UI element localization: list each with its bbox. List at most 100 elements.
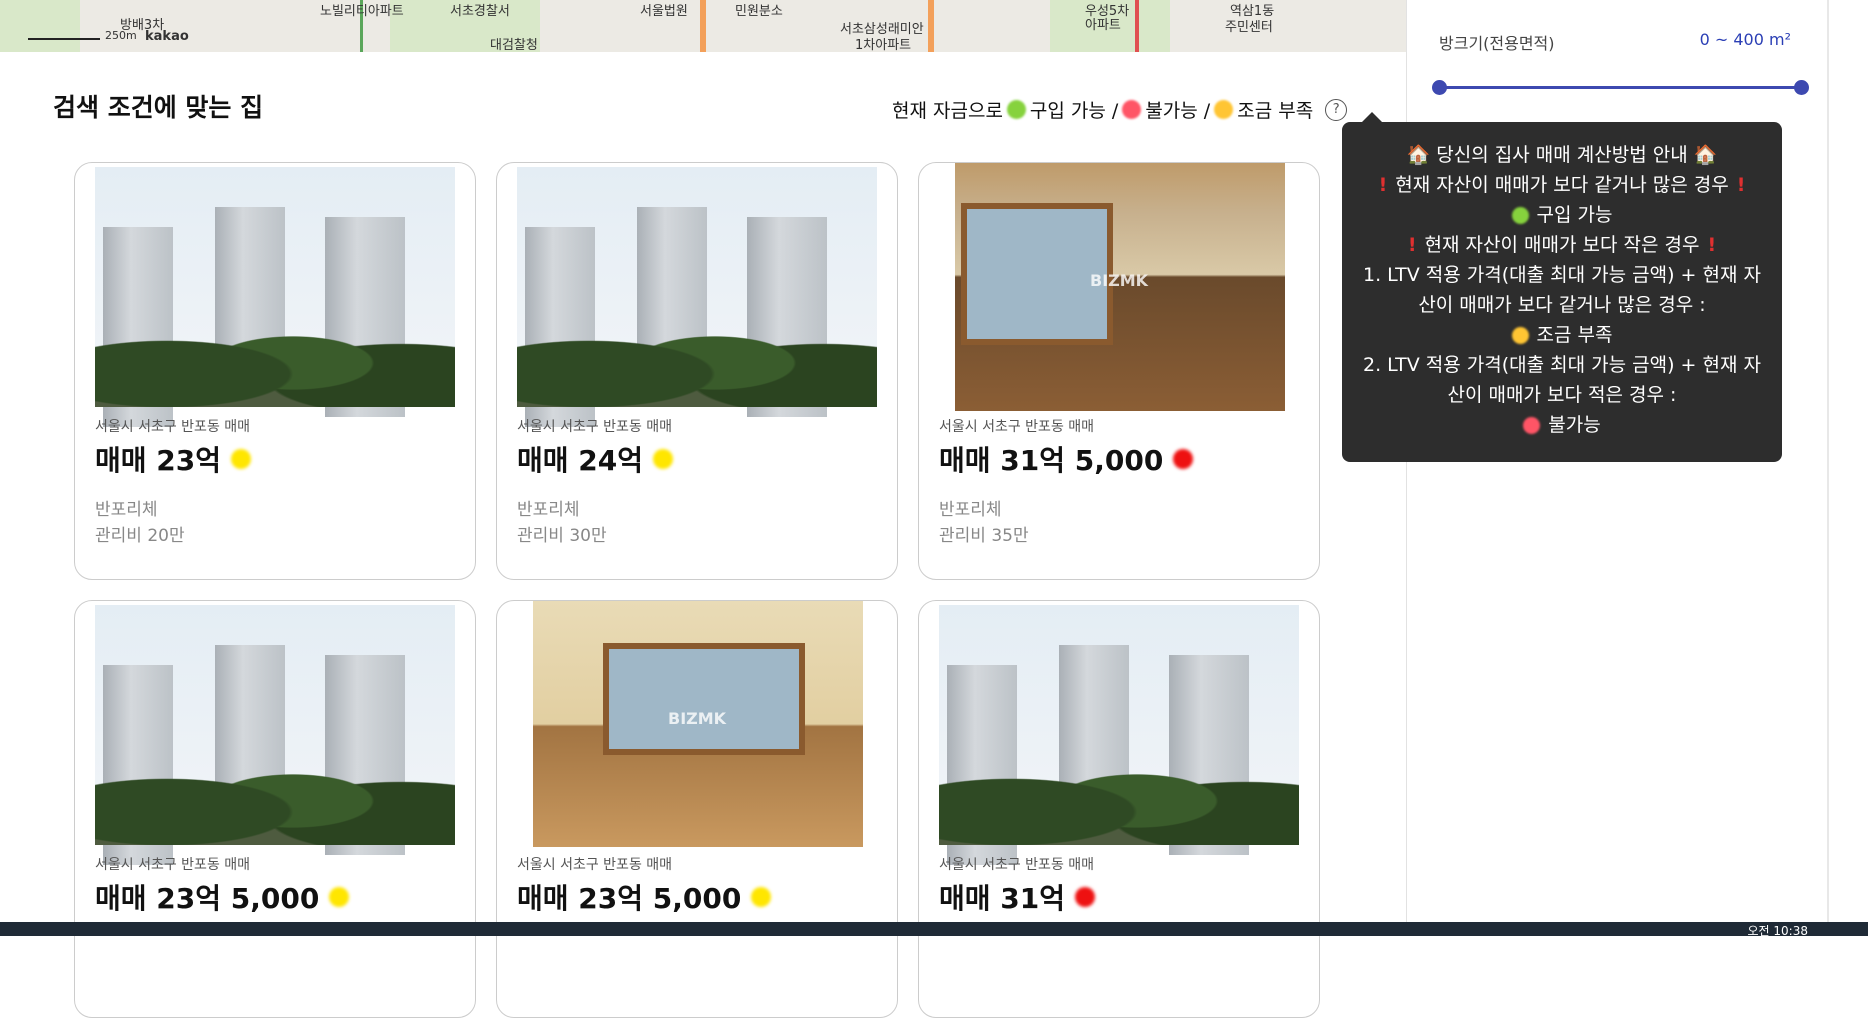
listing-card[interactable]: BIZMK 서울시 서초구 반포동 매매매매 23억 5,000 <box>496 600 898 1018</box>
yellow-dot-icon <box>1511 326 1529 344</box>
photo-watermark: BIZMK <box>668 709 727 728</box>
map-road <box>928 0 934 52</box>
map-view[interactable]: 방배3차 노빌리티아파트 서초경찰서 서울법원 민원분소 서초삼성래미안 우성5… <box>0 0 1406 52</box>
yellow-dot-icon <box>231 449 251 469</box>
listing-price: 매매 23억 5,000 <box>95 877 350 917</box>
map-park <box>0 0 80 52</box>
map-label: 대검찰청 <box>490 38 538 52</box>
trees <box>517 297 877 407</box>
red-dot-icon <box>1122 100 1142 119</box>
apartment-exterior-photo <box>517 167 877 427</box>
slider-max-handle[interactable] <box>1794 80 1809 95</box>
legend-ok: 구입 가능 / <box>1029 100 1119 122</box>
map-scale-label: 250m <box>105 29 137 42</box>
listing-fee: 관리비 35만 <box>939 526 1029 546</box>
listing-card[interactable]: 서울시 서초구 반포동 매매매매 24억반포리체관리비 30만 <box>496 162 898 580</box>
map-label: 1차아파트 <box>855 38 912 52</box>
listing-price: 매매 23억 <box>95 439 251 479</box>
tooltip-title: 🏠 당신의 집사 매매 계산방법 안내 🏠 <box>1406 144 1718 166</box>
trees <box>95 297 455 407</box>
tooltip-line2b: 산이 매매가 보다 적은 경우 : <box>1447 384 1677 406</box>
legend-prefix: 현재 자금으로 <box>892 100 1003 122</box>
question-circle-icon[interactable]: ? <box>1325 98 1348 121</box>
listing-card[interactable]: 서울시 서초구 반포동 매매매매 23억 5,000 <box>74 600 476 1018</box>
size-filter-value: 0 ~ 400 m² <box>1699 30 1791 49</box>
scrollbar-track[interactable] <box>1827 0 1829 936</box>
exclamation-icon: ! <box>1407 234 1417 256</box>
map-road <box>700 0 706 52</box>
yellow-dot-icon <box>751 887 772 907</box>
listing-price-text: 매매 23억 5,000 <box>517 882 742 915</box>
photo-watermark: BIZMK <box>1090 271 1149 290</box>
tooltip-no-row: 불가능 <box>1342 410 1782 440</box>
listing-area: 서울시 서초구 반포동 매매 <box>939 857 1095 873</box>
listing-card[interactable]: 서울시 서초구 반포동 매매매매 23억반포리체관리비 20만 <box>74 162 476 580</box>
listing-building: 반포리체 <box>939 500 1002 520</box>
tooltip-short: 조금 부족 <box>1536 324 1613 346</box>
exclamation-icon: ! <box>1378 174 1388 196</box>
yellow-dot-icon <box>653 449 673 469</box>
exclamation-icon: ! <box>1736 174 1746 196</box>
slider-min-handle[interactable] <box>1432 80 1447 95</box>
tooltip-line1b: 산이 매매가 보다 같거나 많은 경우 : <box>1418 294 1706 316</box>
yellow-dot-icon <box>1214 100 1234 119</box>
apartment-exterior-photo <box>95 605 455 865</box>
map-label: 아파트 <box>1085 18 1121 33</box>
tooltip-no: 불가능 <box>1548 414 1601 436</box>
os-taskbar[interactable]: 오전 10:38 <box>0 922 1868 938</box>
tooltip-case2: 현재 자산이 매매가 보다 작은 경우 <box>1424 234 1700 256</box>
taskbar-clock: 오전 10:38 <box>1747 924 1808 938</box>
listing-area: 서울시 서초구 반포동 매매 <box>95 419 251 435</box>
map-label: 서울법원 <box>640 4 688 19</box>
map-scale-bar <box>28 38 100 40</box>
listing-card[interactable]: BIZMK 서울시 서초구 반포동 매매매매 31억 5,000 반포리체관리비 3… <box>918 162 1320 580</box>
tooltip-line1a: 1. LTV 적용 가격(대출 최대 가능 금액) + 현재 자 <box>1362 264 1761 286</box>
apartment-exterior-photo <box>95 167 455 427</box>
trees <box>939 735 1299 845</box>
size-range-slider[interactable] <box>1432 80 1809 95</box>
listing-fee: 관리비 30만 <box>517 526 607 546</box>
listing-price-text: 매매 23억 <box>95 444 221 477</box>
tooltip-short-row: 조금 부족 <box>1342 320 1782 350</box>
listing-price-text: 매매 31억 5,000 <box>939 444 1164 477</box>
calculation-guide-tooltip: 🏠 당신의 집사 매매 계산방법 안내 🏠 ! 현재 자산이 매매가 보다 같거나… <box>1342 112 1782 462</box>
map-label: 주민센터 <box>1225 20 1273 35</box>
tooltip-ok: 구입 가능 <box>1536 204 1613 226</box>
map-road <box>1135 0 1139 52</box>
legend-short: 조금 부족 <box>1237 100 1314 122</box>
listing-building: 반포리체 <box>517 500 580 520</box>
tooltip-line2a: 2. LTV 적용 가격(대출 최대 가능 금액) + 현재 자 <box>1362 354 1761 376</box>
listing-area: 서울시 서초구 반포동 매매 <box>517 419 673 435</box>
green-dot-icon <box>1006 100 1026 119</box>
listing-price: 매매 31억 <box>939 877 1095 917</box>
interior-room-photo: BIZMK <box>533 601 863 847</box>
map-label: 노빌리티아파트 <box>320 4 404 19</box>
tooltip-arrow <box>1362 112 1382 122</box>
listing-building: 반포리체 <box>95 500 158 520</box>
exclamation-icon: ! <box>1707 234 1717 256</box>
tooltip-ok-row: 구입 가능 <box>1342 200 1782 230</box>
red-dot-icon <box>1075 887 1095 907</box>
legend-no: 불가능 / <box>1145 100 1211 122</box>
green-dot-icon <box>1511 206 1529 224</box>
map-label: 민원분소 <box>735 4 783 19</box>
listing-area: 서울시 서초구 반포동 매매 <box>517 857 673 873</box>
listing-card[interactable]: 서울시 서초구 반포동 매매매매 31억 <box>918 600 1320 1018</box>
map-label: 서초경찰서 <box>450 4 510 19</box>
trees <box>95 735 455 845</box>
listing-price-text: 매매 31억 <box>939 882 1065 915</box>
red-dot-icon <box>1173 449 1194 469</box>
listing-area: 서울시 서초구 반포동 매매 <box>95 857 251 873</box>
kakao-logo: kakao <box>145 29 189 44</box>
red-dot-icon <box>1523 416 1541 434</box>
tooltip-case1: 현재 자산이 매매가 보다 같거나 많은 경우 <box>1395 174 1729 196</box>
affordability-legend: 현재 자금으로 구입 가능 / 불가능 / 조금 부족 ? <box>892 96 1348 123</box>
listing-price-text: 매매 24억 <box>517 444 643 477</box>
tooltip-case1-row: ! 현재 자산이 매매가 보다 같거나 많은 경우! <box>1342 170 1782 200</box>
window <box>603 643 805 755</box>
interior-room-photo: BIZMK <box>955 163 1285 411</box>
listing-fee: 관리비 20만 <box>95 526 185 546</box>
listing-price-text: 매매 23억 5,000 <box>95 882 320 915</box>
listing-price: 매매 24억 <box>517 439 673 479</box>
listing-area: 서울시 서초구 반포동 매매 <box>939 419 1095 435</box>
